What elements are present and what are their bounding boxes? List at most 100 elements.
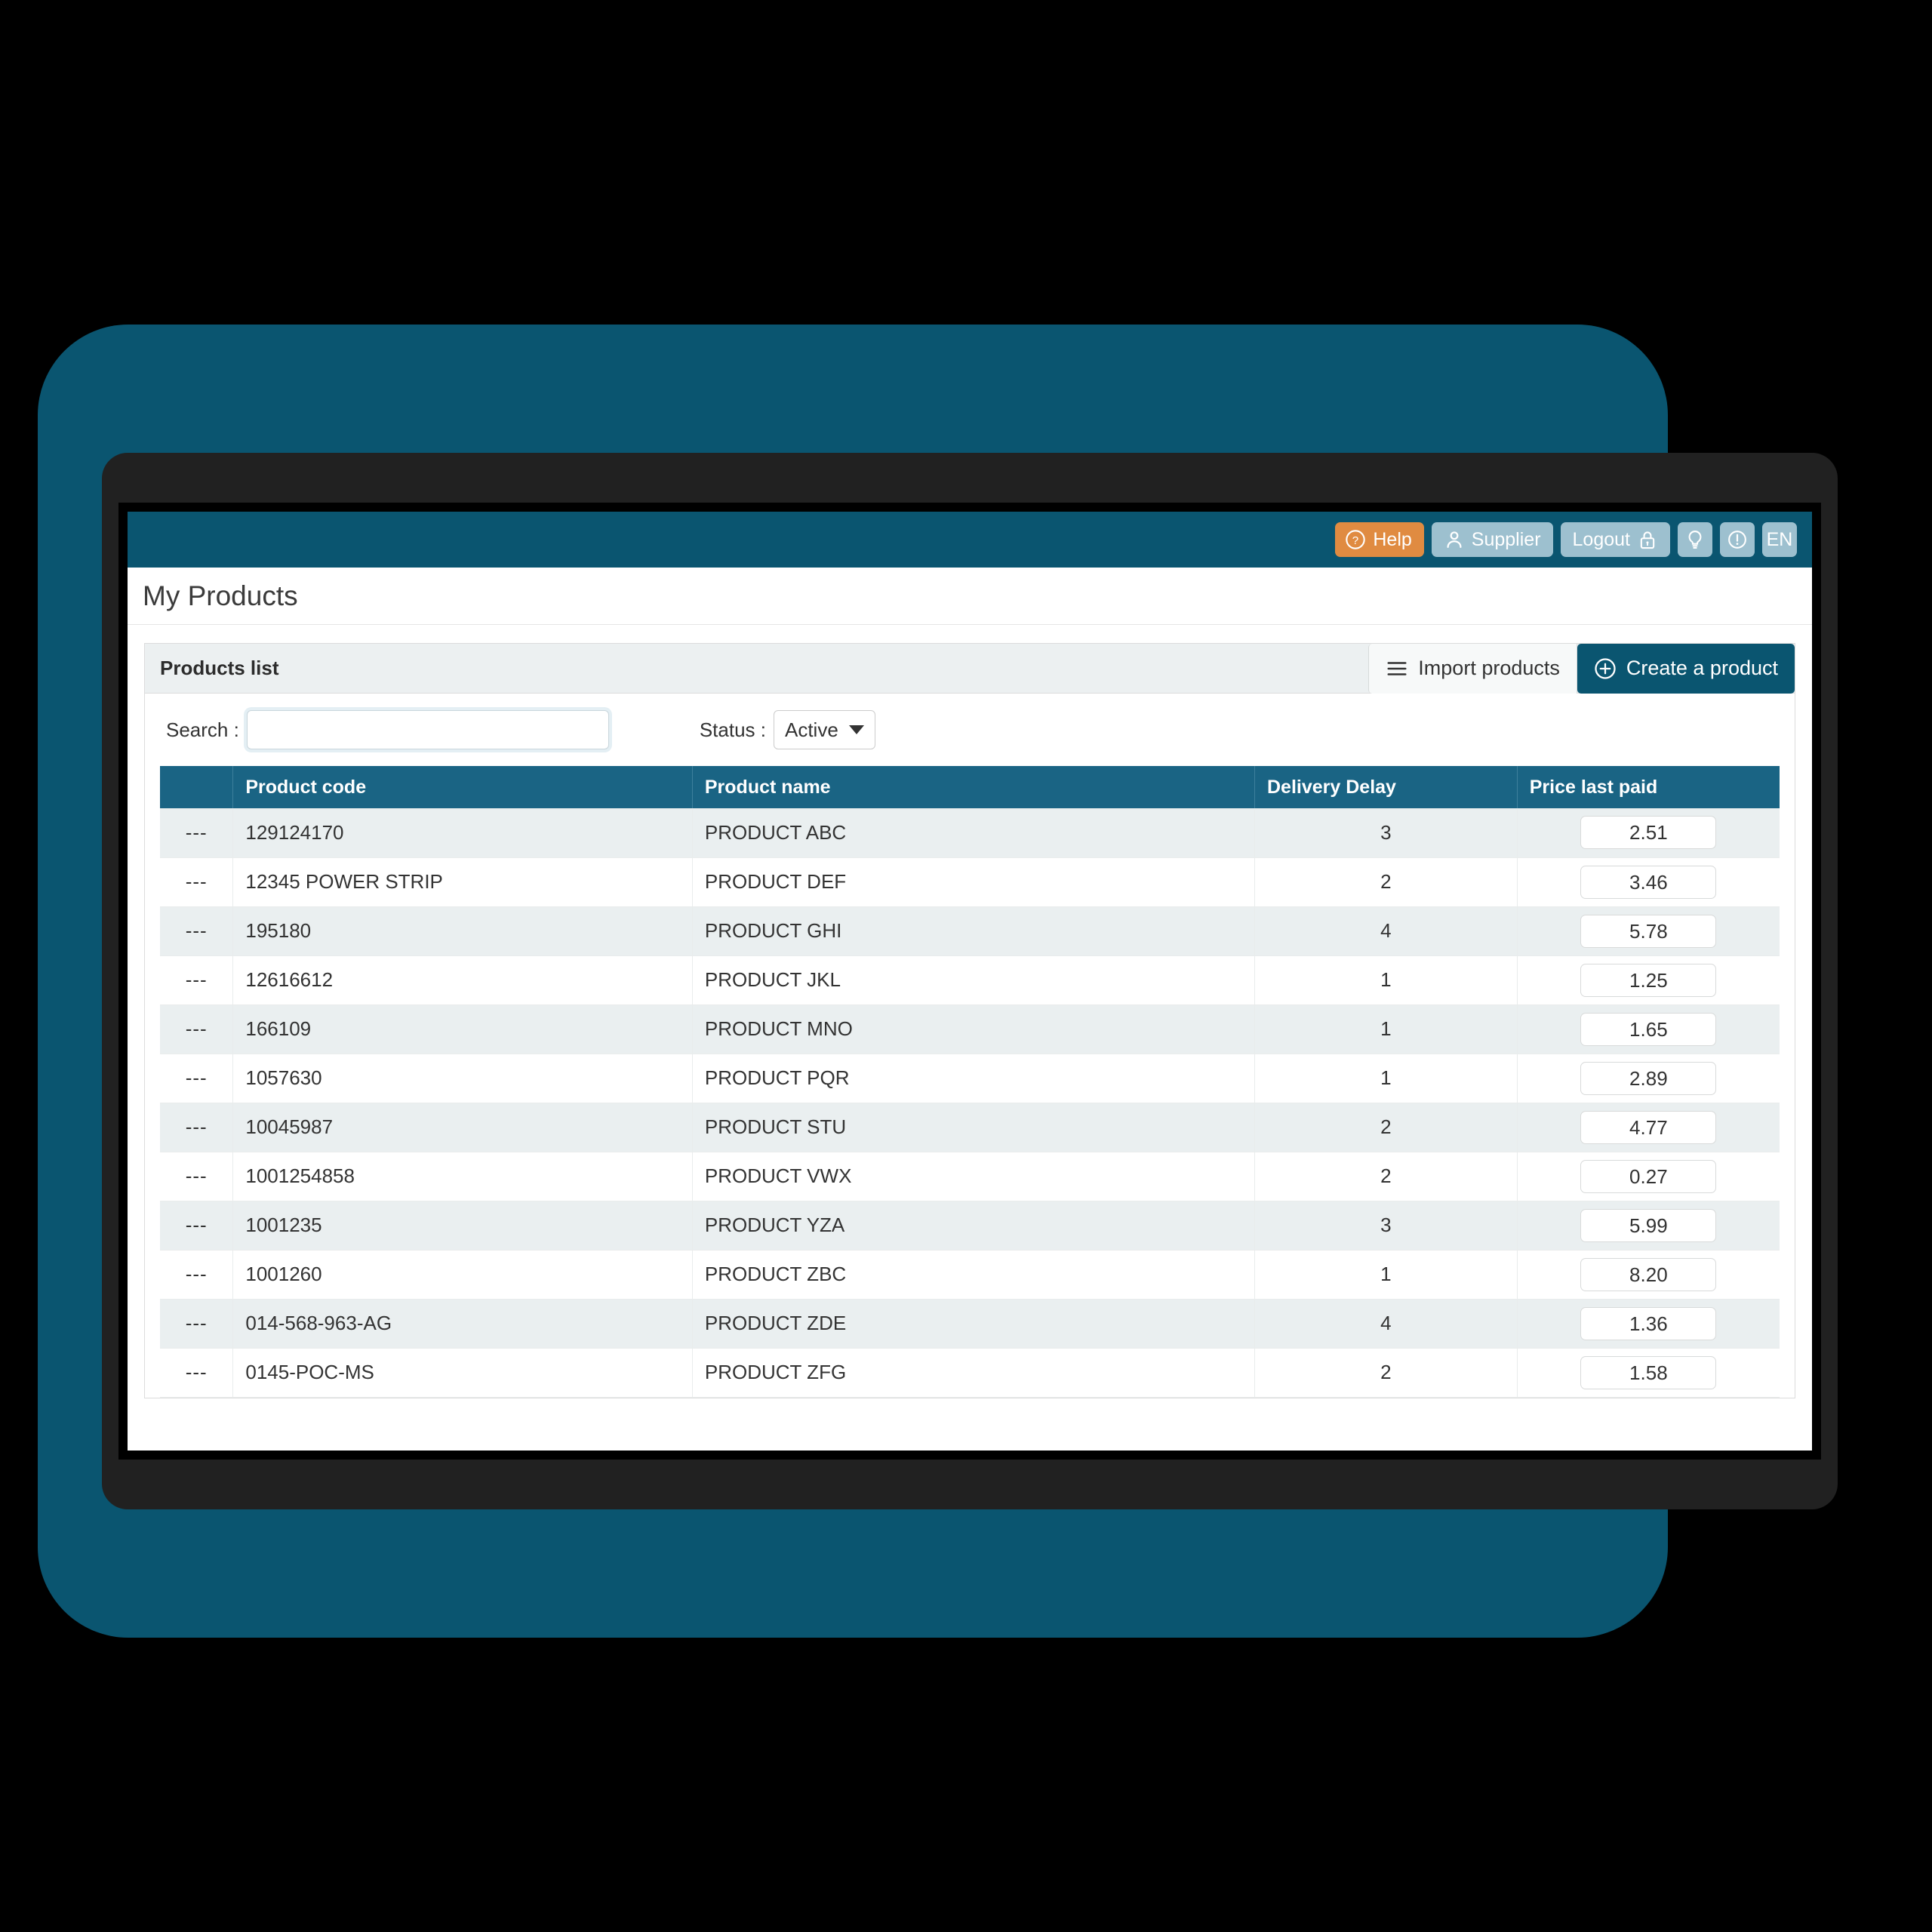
row-price-last-paid: 1.58 [1517, 1348, 1780, 1398]
row-flag-cell: --- [160, 1004, 234, 1054]
chevron-down-icon [848, 725, 864, 734]
row-price-last-paid: 4.77 [1517, 1103, 1780, 1152]
price-last-paid-field[interactable]: 2.89 [1580, 1061, 1717, 1095]
exclamation-circle-icon [1727, 529, 1748, 550]
column-header-flag[interactable] [160, 766, 234, 808]
row-product-code: 166109 [232, 1004, 693, 1054]
app-navbar: ? Help Supplier Logout EN [128, 512, 1812, 568]
row-flag-cell: --- [160, 1201, 234, 1251]
user-icon [1444, 529, 1465, 550]
row-flag-cell: --- [160, 1152, 234, 1201]
products-table-body: --- 129124170 PRODUCT ABC 3 2.51 --- 12345 POW… [160, 808, 1780, 1398]
row-flag-cell: --- [160, 955, 234, 1005]
row-product-name: PRODUCT JKL [692, 955, 1256, 1005]
column-header-delivery-delay[interactable]: Delivery Delay [1254, 766, 1518, 808]
table-row[interactable]: --- 1001235 PRODUCT YZA 3 5.99 [160, 1201, 1780, 1251]
row-product-code: 0145-POC-MS [232, 1348, 693, 1398]
logout-label: Logout [1572, 528, 1630, 550]
row-delivery-delay: 2 [1254, 857, 1518, 907]
row-price-last-paid: 8.20 [1517, 1250, 1780, 1300]
row-delivery-delay: 1 [1254, 955, 1518, 1005]
supplier-label: Supplier [1471, 528, 1541, 550]
table-row[interactable]: --- 0145-POC-MS PRODUCT ZFG 2 1.58 [160, 1348, 1780, 1398]
column-header-product-code[interactable]: Product code [232, 766, 693, 808]
table-header-row: Product code Product name Delivery Delay… [160, 766, 1780, 808]
products-table: Product code Product name Delivery Delay… [160, 766, 1780, 1398]
table-row[interactable]: --- 195180 PRODUCT GHI 4 5.78 [160, 906, 1780, 956]
status-select[interactable]: Active [773, 710, 875, 749]
price-last-paid-field[interactable]: 1.58 [1580, 1355, 1717, 1389]
row-price-last-paid: 3.46 [1517, 857, 1780, 907]
price-last-paid-field[interactable]: 1.65 [1580, 1012, 1717, 1046]
row-delivery-delay: 4 [1254, 906, 1518, 956]
row-product-name: PRODUCT ABC [692, 808, 1256, 858]
svg-text:?: ? [1352, 534, 1358, 547]
row-product-code: 10045987 [232, 1103, 693, 1152]
row-price-last-paid: 2.89 [1517, 1054, 1780, 1103]
products-table-head: Product code Product name Delivery Delay… [160, 766, 1780, 808]
price-last-paid-field[interactable]: 4.77 [1580, 1110, 1717, 1144]
column-header-product-name[interactable]: Product name [692, 766, 1256, 808]
filters-row: Search : Status : Active [145, 694, 1795, 766]
hamburger-icon [1386, 657, 1408, 680]
price-last-paid-field[interactable]: 3.46 [1580, 865, 1717, 899]
logout-button[interactable]: Logout [1560, 522, 1670, 557]
import-products-button[interactable]: Import products [1368, 643, 1577, 694]
row-flag-cell: --- [160, 1348, 234, 1398]
row-flag-cell: --- [160, 857, 234, 907]
row-delivery-delay: 3 [1254, 1201, 1518, 1251]
column-header-price-last-paid[interactable]: Price last paid [1517, 766, 1780, 808]
search-input[interactable] [246, 710, 609, 749]
supplier-button[interactable]: Supplier [1431, 522, 1553, 557]
row-product-name: PRODUCT VWX [692, 1152, 1256, 1201]
tablet-bezel: ? Help Supplier Logout EN My Products Produc… [118, 503, 1821, 1460]
table-row[interactable]: --- 1001260 PRODUCT ZBC 1 8.20 [160, 1250, 1780, 1300]
row-product-name: PRODUCT ZDE [692, 1299, 1256, 1349]
panel-header: Products list Import products Create a p… [145, 643, 1795, 694]
create-product-label: Create a product [1626, 657, 1778, 679]
table-row[interactable]: --- 12616612 PRODUCT JKL 1 1.25 [160, 955, 1780, 1005]
price-last-paid-field[interactable]: 2.51 [1580, 816, 1717, 850]
row-product-name: PRODUCT MNO [692, 1004, 1256, 1054]
price-last-paid-field[interactable]: 5.78 [1580, 914, 1717, 948]
table-row[interactable]: --- 1057630 PRODUCT PQR 1 2.89 [160, 1054, 1780, 1103]
table-row[interactable]: --- 014-568-963-AG PRODUCT ZDE 4 1.36 [160, 1299, 1780, 1349]
price-last-paid-field[interactable]: 0.27 [1580, 1159, 1717, 1193]
table-row[interactable]: --- 1001254858 PRODUCT VWX 2 0.27 [160, 1152, 1780, 1201]
price-last-paid-field[interactable]: 5.99 [1580, 1208, 1717, 1242]
table-row[interactable]: --- 12345 POWER STRIP PRODUCT DEF 2 3.46 [160, 857, 1780, 907]
row-flag-cell: --- [160, 906, 234, 956]
row-price-last-paid: 5.78 [1517, 906, 1780, 956]
table-row[interactable]: --- 129124170 PRODUCT ABC 3 2.51 [160, 808, 1780, 858]
row-flag-cell: --- [160, 1103, 234, 1152]
products-panel: Products list Import products Create a p… [144, 643, 1795, 1398]
import-products-label: Import products [1418, 657, 1560, 679]
price-last-paid-field[interactable]: 1.36 [1580, 1306, 1717, 1340]
page-title-bar: My Products [128, 568, 1812, 625]
tablet-screen: ? Help Supplier Logout EN My Products Produc… [128, 512, 1812, 1451]
row-price-last-paid: 1.36 [1517, 1299, 1780, 1349]
help-button[interactable]: ? Help [1335, 522, 1424, 557]
language-button[interactable]: EN [1762, 522, 1797, 557]
row-flag-cell: --- [160, 1054, 234, 1103]
page-title: My Products [143, 580, 298, 611]
language-label: EN [1766, 528, 1793, 550]
price-last-paid-field[interactable]: 8.20 [1580, 1257, 1717, 1291]
row-product-name: PRODUCT STU [692, 1103, 1256, 1152]
alerts-button[interactable] [1720, 522, 1755, 557]
row-delivery-delay: 1 [1254, 1054, 1518, 1103]
row-price-last-paid: 5.99 [1517, 1201, 1780, 1251]
table-row[interactable]: --- 10045987 PRODUCT STU 2 4.77 [160, 1103, 1780, 1152]
price-last-paid-field[interactable]: 1.25 [1580, 963, 1717, 997]
row-product-name: PRODUCT PQR [692, 1054, 1256, 1103]
status-select-value: Active [784, 718, 838, 741]
row-delivery-delay: 3 [1254, 808, 1518, 858]
row-product-code: 1001254858 [232, 1152, 693, 1201]
create-product-button[interactable]: Create a product [1577, 643, 1795, 694]
tablet-device-frame: ? Help Supplier Logout EN My Products Produc… [102, 453, 1838, 1509]
row-product-code: 12345 POWER STRIP [232, 857, 693, 907]
table-row[interactable]: --- 166109 PRODUCT MNO 1 1.65 [160, 1004, 1780, 1054]
panel-actions: Import products Create a product [1368, 643, 1795, 694]
row-delivery-delay: 2 [1254, 1152, 1518, 1201]
tips-button[interactable] [1678, 522, 1712, 557]
